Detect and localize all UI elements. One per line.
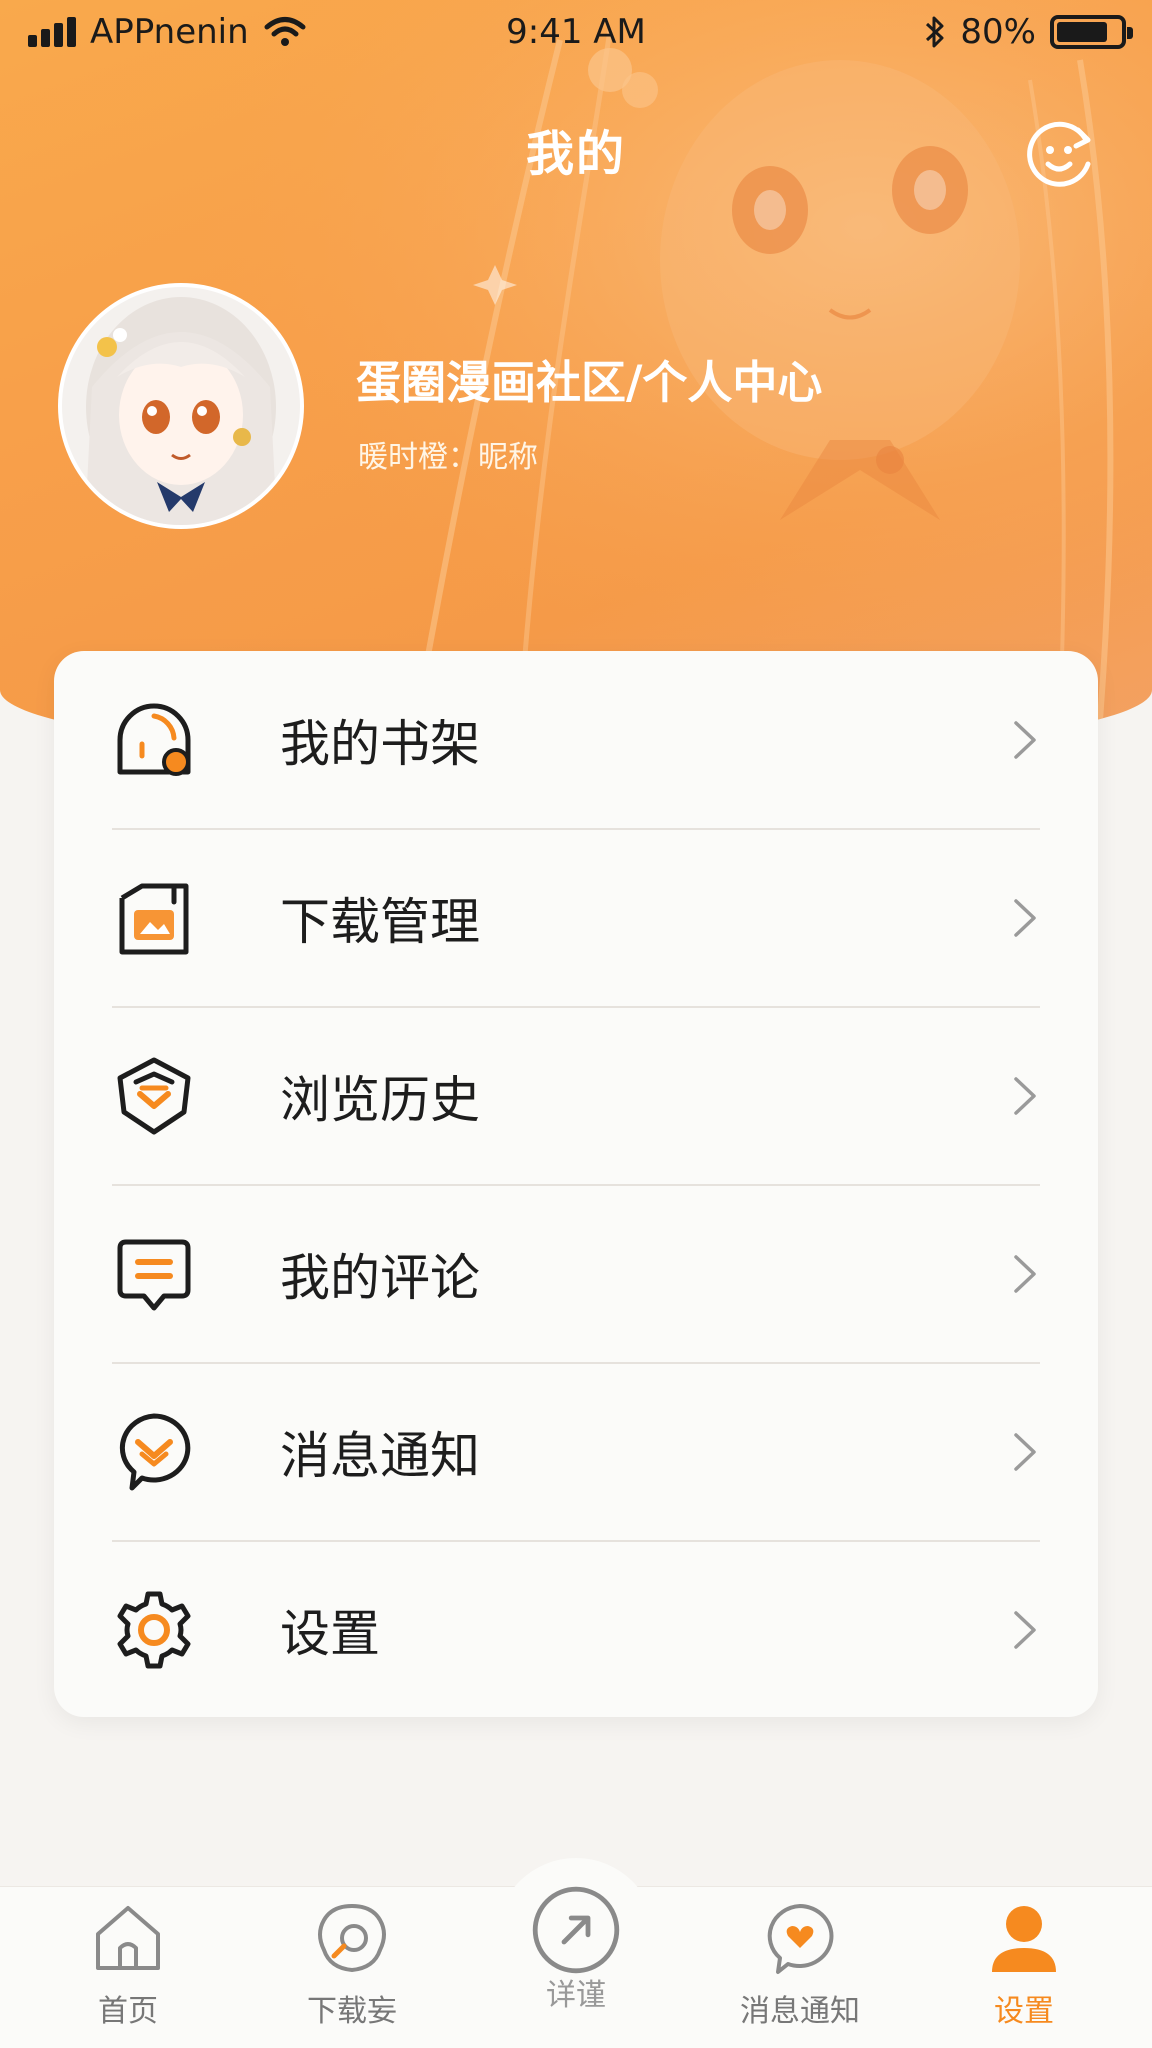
menu-item-label: 下载管理 [280, 892, 480, 951]
battery-percentage: 80% [960, 12, 1036, 52]
avatar[interactable] [58, 283, 304, 529]
comment-icon [117, 1239, 191, 1310]
menu-item-comments[interactable]: 我的评论 [112, 1185, 1040, 1362]
gear-icon [117, 1591, 191, 1668]
menu-item-notifications[interactable]: 消息通知 [112, 1363, 1040, 1540]
menu-item-settings[interactable]: 设置 [112, 1541, 1040, 1718]
tab-label: 消息通知 [740, 1994, 860, 2029]
chevron-right-icon [1014, 898, 1036, 937]
menu-item-history[interactable]: 浏览历史 [112, 1007, 1040, 1184]
download-icon [318, 1903, 386, 1973]
battery-icon [1050, 15, 1133, 49]
menu-item-label: 消息通知 [280, 1426, 480, 1485]
tab-messages[interactable]: 消息通知 [710, 1898, 890, 2038]
status-bar: APPnenin 9:41 AM 80% [0, 0, 1152, 66]
download-manager-icon [119, 883, 189, 954]
page-title: 我的 [525, 126, 626, 182]
menu-item-label: 我的书架 [280, 714, 480, 773]
menu-item-bookshelf[interactable]: 我的书架 [112, 651, 1040, 828]
chevron-right-icon [1014, 720, 1036, 759]
smile-refresh-icon[interactable] [1022, 118, 1098, 194]
bookshelf-icon [117, 703, 191, 776]
home-icon [96, 1906, 160, 1970]
user-icon [992, 1906, 1056, 1972]
avatar-image [62, 287, 300, 525]
chevron-right-icon [1014, 1076, 1036, 1115]
bluetooth-icon [926, 16, 944, 48]
tab-label: 设置 [994, 1994, 1054, 2029]
heart-chat-icon [767, 1904, 834, 1974]
profile-name: 蛋圈漫画社区/个人中心 [356, 356, 823, 409]
menu-item-label: 我的评论 [280, 1248, 480, 1307]
menu-item-label: 设置 [280, 1604, 380, 1663]
tab-label: 详谨 [546, 1978, 606, 2013]
chevron-right-icon [1014, 1610, 1036, 1649]
tab-label: 首页 [98, 1994, 158, 2029]
menu-item-label: 浏览历史 [280, 1070, 480, 1129]
tab-home[interactable]: 首页 [38, 1898, 218, 2038]
menu-item-downloads[interactable]: 下载管理 [112, 829, 1040, 1006]
arrow-up-right-icon [532, 1886, 620, 1974]
notification-icon [119, 1413, 191, 1490]
chevron-right-icon [1014, 1254, 1036, 1293]
tab-download[interactable]: 下载妄 [262, 1898, 442, 2038]
tab-discover[interactable]: 详谨 [486, 1886, 666, 2038]
tab-label: 下载妄 [307, 1994, 397, 2029]
chevron-right-icon [1014, 1432, 1036, 1471]
profile-nickname: 暖时橙：昵称 [358, 440, 538, 475]
menu-card: 我的书架 下载管理 浏览历史 我的评论 消息通知 设置 [54, 651, 1098, 1717]
tab-settings[interactable]: 设置 [934, 1898, 1114, 2038]
history-icon [117, 1057, 191, 1134]
